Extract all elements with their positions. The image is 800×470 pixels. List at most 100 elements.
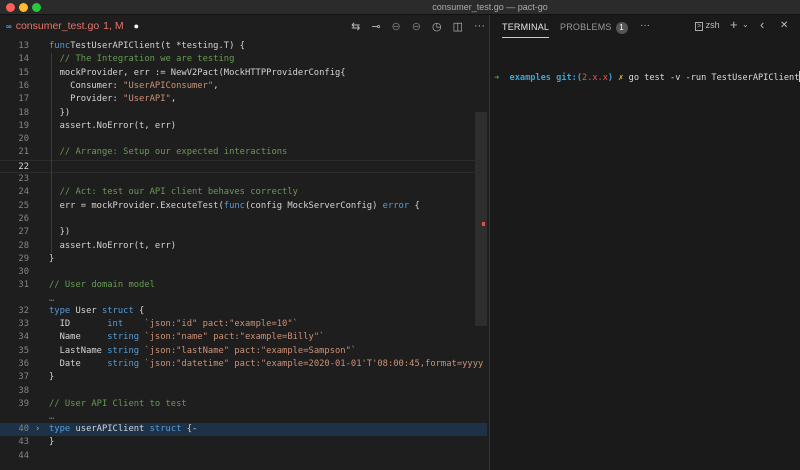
line-number: 38 bbox=[18, 385, 29, 396]
code-token: type bbox=[49, 424, 71, 435]
code-line-32[interactable]: 32 type User struct { bbox=[0, 305, 487, 318]
code-token: assert.NoError(t, err) bbox=[49, 240, 177, 251]
line-number: 18 bbox=[18, 107, 29, 118]
code-line-25[interactable]: 25 err = mockProvider.ExecuteTest(func(c… bbox=[0, 200, 487, 213]
code-token: Name bbox=[49, 332, 108, 343]
code-token: … bbox=[49, 293, 55, 304]
line-number: 34 bbox=[18, 332, 29, 343]
folded-region-marker[interactable]: … bbox=[0, 411, 487, 423]
line-number: 36 bbox=[18, 358, 29, 369]
go-back-icon[interactable]: ⊖ bbox=[392, 20, 401, 33]
code-line-14[interactable]: 14 // The Integration we are testing bbox=[0, 53, 487, 66]
shell-name: zsh bbox=[705, 20, 720, 30]
code-token: … bbox=[49, 412, 55, 423]
code-line-39[interactable]: 39 // User API Client to test bbox=[0, 398, 487, 411]
line-number: 20 bbox=[18, 134, 29, 145]
code-line-34[interactable]: 34 Name string `json:"name" pact:"exampl… bbox=[0, 331, 487, 344]
code-line-18[interactable]: 18 }) bbox=[0, 107, 487, 120]
code-line-17[interactable]: 17 Provider: "UserAPI", bbox=[0, 93, 487, 106]
code-line-23[interactable]: 23 bbox=[0, 173, 487, 186]
code-token: `json:"datetime" pact:"example=2020-01-0… bbox=[144, 358, 484, 369]
code-line-36[interactable]: 36 Date string `json:"datetime" pact:"ex… bbox=[0, 358, 487, 371]
more-views-icon[interactable]: ··· bbox=[640, 20, 650, 31]
code-token: Provider: bbox=[49, 94, 124, 105]
terminal-prompt[interactable]: ➜ examples git:(2.x.x) ✗ go test -v -run… bbox=[494, 71, 800, 83]
code-line-44[interactable]: 44 bbox=[0, 450, 487, 463]
code-line-21[interactable]: 21 // Arrange: Setup our expected intera… bbox=[0, 146, 487, 159]
line-number: 21 bbox=[18, 147, 29, 158]
code-token: string bbox=[107, 345, 140, 356]
split-editor-icon[interactable]: ◫ bbox=[453, 20, 463, 33]
code-line-43[interactable]: 43} bbox=[0, 436, 487, 449]
editor-tab-consumer-test[interactable]: ∞ consumer_test.go 1, M ● bbox=[6, 20, 139, 32]
code-line-16[interactable]: 16 Consumer: "UserAPIConsumer", bbox=[0, 80, 487, 93]
tab-terminal[interactable]: TERMINAL bbox=[502, 22, 550, 38]
code-line-24[interactable]: 24 // Act: test our API client behaves c… bbox=[0, 186, 487, 199]
more-actions-icon[interactable]: ··· bbox=[474, 20, 485, 33]
code-token: }) bbox=[49, 227, 71, 238]
code-line-19[interactable]: 19 assert.NoError(t, err) bbox=[0, 120, 487, 133]
code-text: type userAPIClient struct {- bbox=[49, 423, 197, 436]
code-text: assert.NoError(t, err) bbox=[49, 240, 177, 253]
code-token: { bbox=[409, 200, 420, 211]
code-line-13[interactable]: 13 funcTestUserAPIClient(t *testing.T) { bbox=[0, 40, 487, 53]
tab-status: 1, M bbox=[103, 20, 124, 32]
code-token: {- bbox=[181, 424, 198, 435]
line-number: 28 bbox=[18, 240, 29, 251]
terminal-dropdown-icon[interactable]: ⌄ bbox=[742, 20, 749, 29]
code-text: err = mockProvider.ExecuteTest(func(conf… bbox=[49, 200, 420, 213]
line-number: 26 bbox=[18, 213, 29, 224]
tab-problems[interactable]: PROBLEMS 1 bbox=[560, 22, 628, 34]
prompt-arrow-icon: ➜ bbox=[494, 73, 500, 83]
line-number: 44 bbox=[18, 450, 29, 461]
line-number: 16 bbox=[18, 80, 29, 91]
line-number: 33 bbox=[18, 319, 29, 329]
code-token: // User API Client to test bbox=[49, 398, 187, 409]
go-to-previous-change-icon[interactable]: ⊸ bbox=[371, 20, 380, 33]
code-token: struct bbox=[101, 305, 134, 316]
compare-changes-icon[interactable]: ⇆ bbox=[351, 20, 360, 33]
code-line-31[interactable]: 31 // User domain model bbox=[0, 279, 487, 292]
go-file-icon: ∞ bbox=[6, 21, 12, 31]
line-number: 29 bbox=[18, 253, 29, 264]
folded-region-marker[interactable]: … bbox=[0, 293, 487, 305]
code-token: User bbox=[70, 305, 102, 316]
code-token: mockProvider, err := NewV2Pact(MockHTTPP… bbox=[49, 67, 346, 78]
code-token: `json:"name" pact:"example=Billy"` bbox=[144, 332, 325, 343]
code-line-26[interactable]: 26 bbox=[0, 213, 487, 226]
code-line-22[interactable]: 22 bbox=[0, 159, 487, 173]
unsaved-dot-icon[interactable]: ● bbox=[134, 21, 139, 31]
problems-label: PROBLEMS bbox=[560, 22, 612, 32]
code-token: // The Integration we are testing bbox=[59, 54, 235, 65]
code-line-40[interactable]: 40 › type userAPIClient struct {- bbox=[0, 423, 487, 437]
code-line-38[interactable]: 38 bbox=[0, 385, 487, 398]
code-line-33[interactable]: 33 ID int `json:"id" pact:"example=10"` bbox=[0, 318, 487, 331]
code-line-35[interactable]: 35 LastName string `json:"lastName" pact… bbox=[0, 345, 487, 358]
code-line-37[interactable]: 37} bbox=[0, 371, 487, 384]
go-forward-icon[interactable]: ⊖ bbox=[412, 20, 421, 33]
timeline-icon[interactable]: ◷ bbox=[432, 20, 442, 33]
code-line-27[interactable]: 27 }) bbox=[0, 226, 487, 239]
code-line-15[interactable]: 15 mockProvider, err := NewV2Pact(MockHT… bbox=[0, 67, 487, 80]
line-number: 31 bbox=[18, 280, 29, 291]
terminal-shell-selector[interactable]: > zsh bbox=[695, 20, 720, 31]
code-text: ID int `json:"id" pact:"example=10"` bbox=[49, 318, 298, 331]
expand-fold-icon[interactable]: › bbox=[35, 423, 40, 436]
indent-guide bbox=[51, 53, 52, 253]
dirty-icon: ✗ bbox=[618, 73, 624, 83]
new-terminal-icon[interactable]: + bbox=[730, 17, 738, 32]
code-line-28[interactable]: 28 assert.NoError(t, err) bbox=[0, 240, 487, 253]
code-line-29[interactable]: 29} bbox=[0, 253, 487, 266]
code-text: }) bbox=[49, 226, 71, 239]
close-panel-icon[interactable]: ✕ bbox=[780, 20, 788, 31]
code-token: int bbox=[107, 319, 124, 329]
code-token: } bbox=[49, 372, 55, 383]
terminal-icon: > bbox=[695, 22, 704, 31]
previous-icon[interactable]: ‹ bbox=[760, 17, 764, 32]
code-editor[interactable]: 13 funcTestUserAPIClient(t *testing.T) {1… bbox=[0, 40, 489, 470]
code-line-30[interactable]: 30 bbox=[0, 266, 487, 279]
code-text: // User domain model bbox=[49, 279, 155, 292]
code-token: error bbox=[382, 200, 410, 211]
code-line-20[interactable]: 20 bbox=[0, 133, 487, 146]
